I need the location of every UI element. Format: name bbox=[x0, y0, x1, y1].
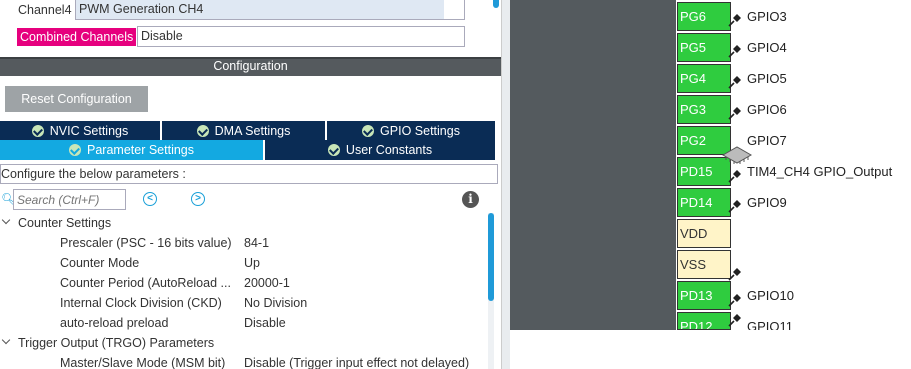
param-value[interactable]: 20000-1 bbox=[244, 276, 290, 290]
tab-dma-settings[interactable]: DMA Settings bbox=[162, 121, 327, 141]
tab-label: User Constants bbox=[345, 143, 433, 157]
panel-splitter[interactable] bbox=[501, 0, 510, 369]
param-value[interactable]: 84-1 bbox=[244, 236, 269, 250]
pushpin-icon bbox=[728, 14, 741, 27]
tab-nvic-settings[interactable]: NVIC Settings bbox=[0, 121, 162, 141]
param-value[interactable]: Disable bbox=[244, 316, 286, 330]
param-row[interactable]: Prescaler (PSC - 16 bits value) 84-1 bbox=[0, 233, 482, 253]
tab-label: DMA Settings bbox=[214, 124, 291, 138]
configuration-panel: Channel4 PWM Generation CH4 Combined Cha… bbox=[0, 0, 501, 369]
pin-label-gpio10: GPIO10 bbox=[747, 288, 794, 303]
check-circle-icon bbox=[31, 125, 44, 137]
param-row[interactable]: auto-reload preload Disable bbox=[0, 313, 482, 333]
pin-pg6[interactable]: PG6 bbox=[677, 2, 731, 31]
param-row[interactable]: Counter Period (AutoReload ... 20000-1 bbox=[0, 273, 482, 293]
combined-channels-label: Combined Channels bbox=[17, 28, 137, 46]
pushpin-icon bbox=[728, 294, 741, 307]
pin-label-tim4: TIM4_CH4 GPIO_Output bbox=[747, 164, 893, 179]
reset-configuration-button[interactable]: Reset Configuration bbox=[5, 86, 148, 112]
chevron-down-icon bbox=[1, 215, 11, 225]
pin-label-gpio11: GPIO11 bbox=[747, 319, 794, 330]
param-name: Master/Slave Mode (MSM bit) bbox=[60, 356, 226, 369]
pin-pd13[interactable]: PD13 bbox=[677, 281, 731, 310]
param-value[interactable]: No Division bbox=[244, 296, 307, 310]
combined-channels-row: Combined Channels Disable bbox=[0, 26, 490, 48]
search-next-icon[interactable]: > bbox=[191, 192, 205, 206]
param-name: Counter Mode bbox=[60, 256, 140, 270]
parameters-scrollbar-thumb[interactable] bbox=[488, 213, 494, 301]
tab-label: NVIC Settings bbox=[49, 124, 129, 138]
configure-instructions: Configure the below parameters : bbox=[0, 164, 498, 184]
channel4-select[interactable]: PWM Generation CH4 bbox=[75, 0, 465, 20]
check-circle-icon bbox=[327, 144, 340, 156]
chevron-down-icon bbox=[1, 335, 11, 345]
search-previous-icon[interactable]: < bbox=[143, 192, 157, 206]
tree-group-trigger-output[interactable]: Trigger Output (TRGO) Parameters bbox=[0, 333, 482, 353]
tab-label: Parameter Settings bbox=[87, 143, 194, 157]
check-circle-icon bbox=[69, 144, 81, 156]
pushpin-icon bbox=[728, 200, 741, 213]
tab-row-2: Parameter Settings User Constants bbox=[0, 140, 497, 160]
tab-user-constants[interactable]: User Constants bbox=[265, 140, 495, 160]
pin-label-gpio3: GPIO3 bbox=[747, 9, 787, 24]
pushpin-icon bbox=[728, 268, 741, 281]
param-name: Internal Clock Division (CKD) bbox=[60, 296, 222, 310]
pin-vdd[interactable]: VDD bbox=[677, 219, 731, 248]
group-label: Trigger Output (TRGO) Parameters bbox=[18, 336, 215, 350]
check-circle-icon bbox=[362, 125, 375, 137]
param-name: Prescaler (PSC - 16 bits value) bbox=[60, 236, 232, 250]
combined-channels-select[interactable]: Disable bbox=[137, 26, 465, 47]
check-circle-icon bbox=[196, 125, 209, 137]
pin-label-gpio6: GPIO6 bbox=[747, 102, 787, 117]
pin-label-gpio9: GPIO9 bbox=[747, 195, 787, 210]
channel4-label: Channel4 bbox=[18, 3, 72, 17]
pushpin-icon bbox=[728, 107, 741, 120]
mcu-chip-body bbox=[510, 0, 676, 330]
pin-pg3[interactable]: PG3 bbox=[677, 95, 731, 124]
pin-pg5[interactable]: PG5 bbox=[677, 33, 731, 62]
channel4-value: PWM Generation CH4 bbox=[79, 2, 204, 16]
pin-vss[interactable]: VSS bbox=[677, 250, 731, 279]
group-label: Counter Settings bbox=[18, 216, 112, 230]
param-name: Counter Period (AutoReload ... bbox=[60, 276, 231, 290]
top-scrollbar-thumb[interactable] bbox=[493, 0, 499, 8]
pushpin-icon bbox=[728, 76, 741, 89]
configuration-title: Configuration bbox=[213, 59, 288, 73]
channel4-row: Channel4 PWM Generation CH4 bbox=[0, 0, 490, 22]
pin-pg4[interactable]: PG4 bbox=[677, 64, 731, 93]
pushpin-icon bbox=[728, 45, 741, 58]
param-row[interactable]: Counter Mode Up bbox=[0, 253, 482, 273]
info-icon[interactable]: i bbox=[462, 191, 479, 208]
pin-label-gpio4: GPIO4 bbox=[747, 40, 787, 55]
pin-pd14[interactable]: PD14 bbox=[677, 188, 731, 217]
param-row[interactable]: Master/Slave Mode (MSM bit) Disable (Tri… bbox=[0, 353, 482, 369]
configuration-header: Configuration bbox=[0, 57, 501, 76]
tab-label: GPIO Settings bbox=[380, 124, 460, 138]
tab-gpio-settings[interactable]: GPIO Settings bbox=[327, 121, 495, 141]
pushpin-icon bbox=[728, 170, 741, 183]
pin-pd12[interactable]: PD12 bbox=[677, 312, 731, 330]
tree-group-counter-settings[interactable]: Counter Settings bbox=[0, 213, 482, 233]
combined-channels-value: Disable bbox=[141, 29, 183, 43]
param-value[interactable]: Up bbox=[244, 256, 260, 270]
tab-parameter-settings[interactable]: Parameter Settings bbox=[0, 140, 265, 160]
pinout-canvas bbox=[510, 330, 911, 369]
param-name: auto-reload preload bbox=[60, 316, 169, 330]
chip-icon bbox=[721, 146, 753, 164]
param-value[interactable]: Disable (Trigger input effect not delaye… bbox=[244, 356, 469, 369]
tab-row-1: NVIC Settings DMA Settings GPIO Settings bbox=[0, 121, 497, 141]
search-input[interactable] bbox=[13, 189, 126, 210]
param-row[interactable]: Internal Clock Division (CKD) No Divisio… bbox=[0, 293, 482, 313]
pin-label-gpio5: GPIO5 bbox=[747, 71, 787, 86]
pushpin-icon bbox=[728, 314, 741, 327]
